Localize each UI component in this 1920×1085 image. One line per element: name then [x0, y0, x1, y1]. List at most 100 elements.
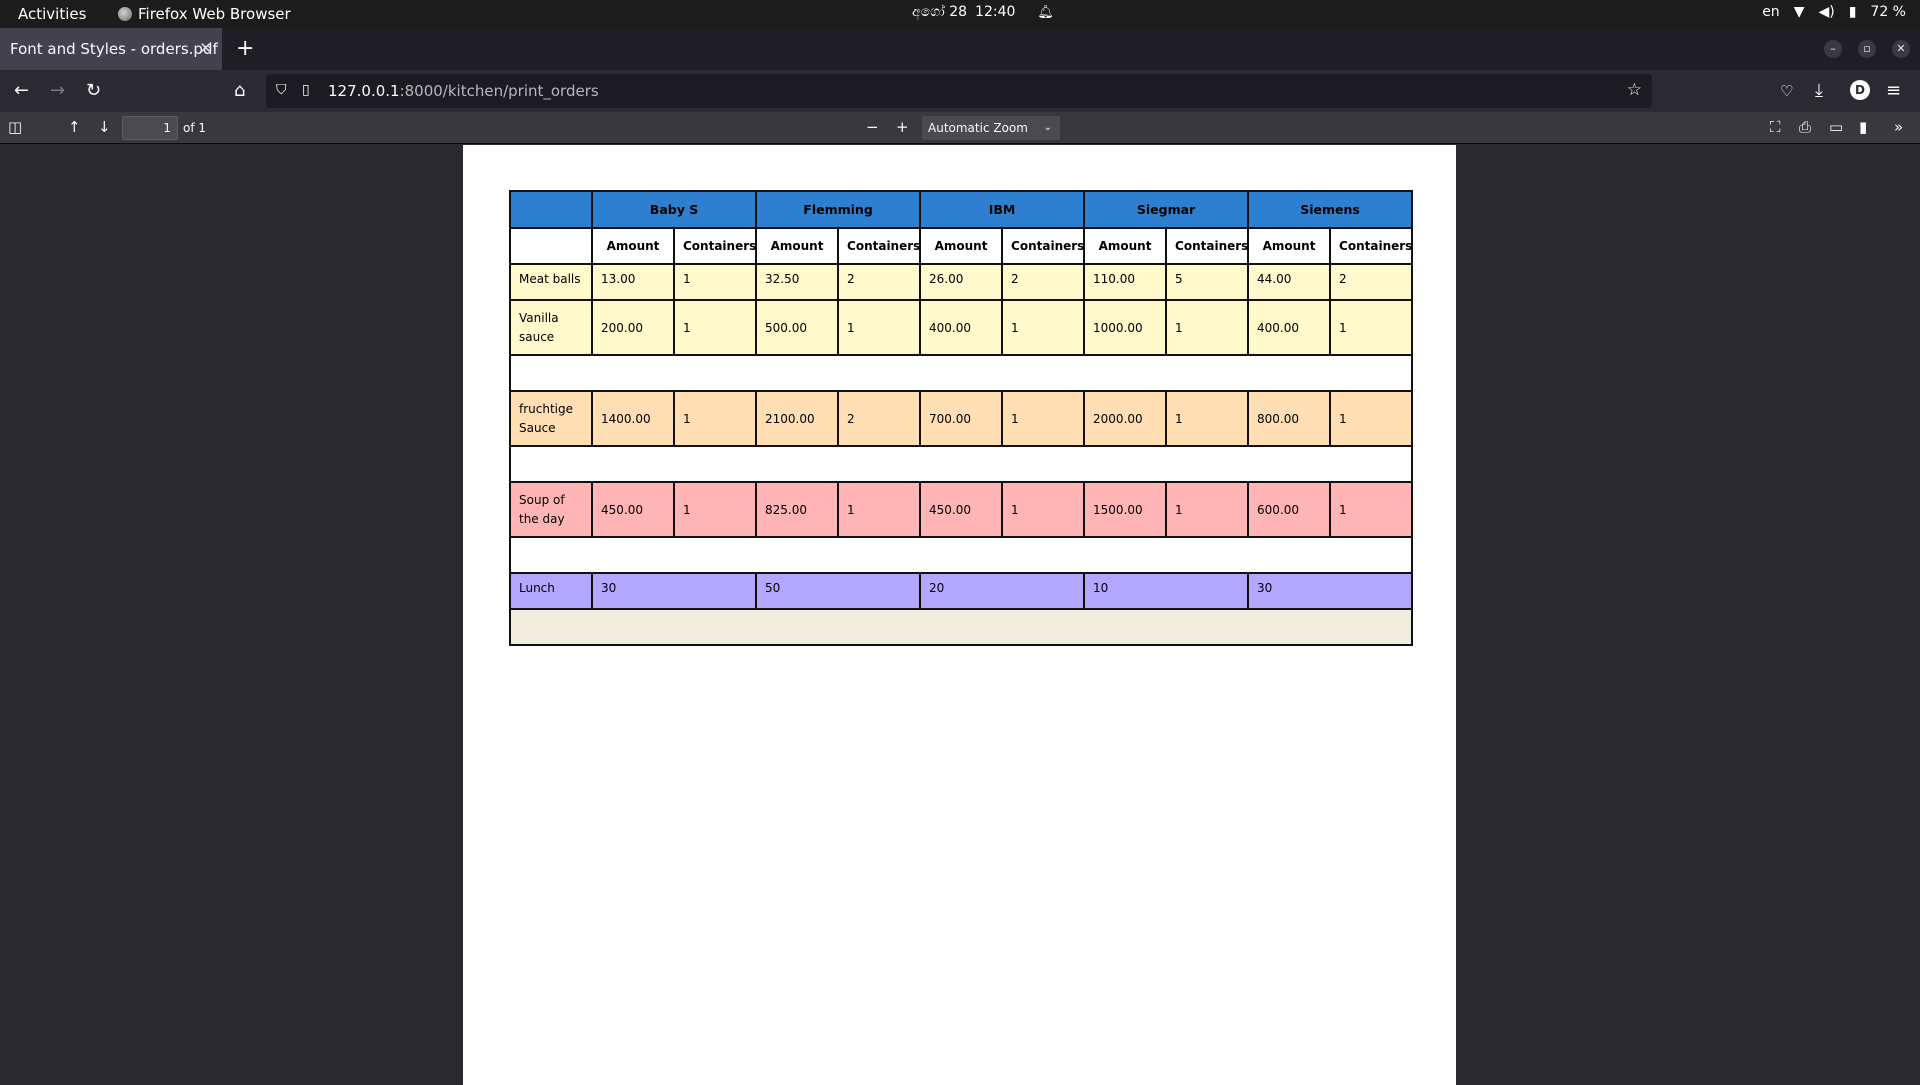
- lunch-count-cell: 10: [1083, 572, 1250, 610]
- table-row-lunch: Lunch 30 50 20 10 30: [509, 572, 1414, 610]
- lunch-count-cell: 30: [590, 572, 758, 610]
- url-bar[interactable]: ⛉ ▯ 127.0.0.1:8000/kitchen/print_orders …: [266, 74, 1652, 108]
- containers-cell: 2: [837, 263, 922, 301]
- wifi-icon: ▼: [1793, 4, 1805, 20]
- amount-cell: 700.00: [919, 390, 1004, 447]
- containers-cell: 1: [837, 299, 922, 356]
- containers-header: Containers: [1001, 227, 1086, 265]
- lunch-count-cell: 50: [755, 572, 922, 610]
- containers-cell: 1: [1165, 481, 1250, 538]
- reload-icon[interactable]: ↻: [86, 80, 101, 101]
- close-window-button[interactable]: ✕: [1892, 40, 1910, 58]
- amount-cell: 500.00: [755, 299, 840, 356]
- row-label: Vanilla sauce: [509, 299, 593, 356]
- url-path: :8000/kitchen/print_orders: [399, 82, 599, 100]
- page-icon[interactable]: ▯: [302, 82, 310, 98]
- amount-cell: 1400.00: [591, 390, 675, 447]
- tab-close-icon[interactable]: ✕: [199, 39, 212, 57]
- print-icon[interactable]: ⎙: [1799, 118, 1811, 136]
- bookmark-star-icon[interactable]: ☆: [1627, 80, 1642, 100]
- downloads-icon[interactable]: ⤓: [1815, 80, 1823, 101]
- spacer-cell: [508, 354, 1414, 392]
- page-number-input[interactable]: 1: [122, 116, 178, 140]
- home-icon[interactable]: ⌂: [234, 80, 245, 101]
- containers-cell: 2: [1001, 263, 1086, 301]
- page-count-label: of 1: [183, 121, 207, 135]
- restore-button[interactable]: ▫: [1858, 40, 1876, 58]
- containers-cell: 1: [672, 299, 758, 356]
- containers-header: Containers: [837, 227, 922, 265]
- app-menu[interactable]: Firefox Web Browser: [118, 5, 291, 23]
- amount-cell: 1500.00: [1083, 481, 1168, 538]
- containers-cell: 1: [1001, 481, 1086, 538]
- clock[interactable]: අගෝ 28 12:40 🔔︎: [912, 4, 1054, 20]
- containers-header: Containers: [1329, 227, 1414, 265]
- next-page-icon[interactable]: ↓: [98, 118, 111, 136]
- containers-cell: 1: [1329, 481, 1414, 538]
- lunch-count-cell: 30: [1247, 572, 1414, 610]
- amount-cell: 44.00: [1247, 263, 1332, 301]
- amount-cell: 110.00: [1083, 263, 1168, 301]
- zoom-select[interactable]: Automatic Zoom ⌄: [922, 116, 1060, 140]
- activities-button[interactable]: Activities: [18, 5, 86, 23]
- containers-cell: 2: [837, 390, 922, 447]
- chevron-down-icon: ⌄: [1043, 122, 1052, 133]
- amount-header: Amount: [919, 227, 1004, 265]
- containers-cell: 1: [672, 481, 758, 538]
- zoom-value: Automatic Zoom: [928, 121, 1028, 135]
- keyboard-layout-indicator[interactable]: en: [1762, 4, 1780, 20]
- amount-cell: 825.00: [755, 481, 840, 538]
- amount-header: Amount: [1247, 227, 1332, 265]
- containers-cell: 1: [1001, 390, 1086, 447]
- containers-cell: 5: [1165, 263, 1250, 301]
- amount-header: Amount: [755, 227, 840, 265]
- pocket-icon[interactable]: ♡: [1780, 82, 1793, 100]
- containers-header: Containers: [672, 227, 758, 265]
- table-row-vanilla-sauce: Vanilla sauce 200.00 1 500.00 1 400.00 1…: [509, 299, 1414, 356]
- amount-cell: 200.00: [591, 299, 675, 356]
- amount-cell: 400.00: [1247, 299, 1332, 356]
- containers-cell: 1: [1165, 390, 1250, 447]
- forward-arrow-icon[interactable]: →: [50, 80, 65, 101]
- presentation-mode-icon[interactable]: ⛶: [1770, 118, 1781, 136]
- amount-cell: 2000.00: [1083, 390, 1168, 447]
- table-row-soup-of-the-day: Soup of the day 450.00 1 825.00 1 450.00…: [509, 481, 1414, 538]
- sidebar-toggle-icon[interactable]: ◫: [8, 118, 22, 136]
- hamburger-menu-icon[interactable]: ≡: [1886, 80, 1901, 101]
- back-arrow-icon[interactable]: ←: [14, 80, 29, 101]
- containers-cell: 1: [1329, 390, 1414, 447]
- tab-orders-pdf[interactable]: Font and Styles - orders.pdf ✕: [0, 28, 222, 70]
- row-label: Lunch: [509, 572, 593, 610]
- tracking-shield-icon[interactable]: ⛉: [276, 82, 287, 98]
- tab-title: Font and Styles - orders.pdf: [10, 40, 218, 58]
- subheader-row: Amount Containers Amount Containers Amou…: [509, 227, 1414, 265]
- date-label: අගෝ 28: [912, 4, 968, 20]
- containers-cell: 1: [837, 481, 922, 538]
- containers-cell: 2: [1329, 263, 1414, 301]
- containers-cell: 1: [1329, 299, 1414, 356]
- amount-cell: 600.00: [1247, 481, 1332, 538]
- bookmark-icon[interactable]: ▮: [1859, 118, 1867, 136]
- account-avatar-icon[interactable]: D: [1850, 80, 1870, 100]
- row-label: Soup of the day: [509, 481, 593, 538]
- containers-cell: 1: [672, 263, 758, 301]
- system-status-area[interactable]: en ▼ ◀) ▮ 72 %: [1762, 4, 1906, 20]
- firefox-icon: [118, 7, 132, 21]
- zoom-out-icon[interactable]: −: [866, 118, 879, 136]
- amount-cell: 2100.00: [755, 390, 840, 447]
- table-row-meat-balls: Meat balls 13.00 1 32.50 2 26.00 2 110.0…: [509, 263, 1414, 301]
- spacer-row: [508, 354, 1414, 392]
- subheader-corner-cell: [509, 227, 593, 265]
- url-text[interactable]: 127.0.0.1:8000/kitchen/print_orders: [328, 82, 599, 100]
- spacer-cell: [508, 445, 1414, 483]
- table-row-fruchtige-sauce: fruchtige Sauce 1400.00 1 2100.00 2 700.…: [509, 390, 1414, 447]
- save-icon[interactable]: ▭: [1829, 118, 1843, 136]
- containers-cell: 1: [1165, 299, 1250, 356]
- volume-icon: ◀): [1818, 4, 1835, 20]
- minimize-button[interactable]: –: [1824, 40, 1842, 58]
- amount-header: Amount: [591, 227, 675, 265]
- tools-menu-icon[interactable]: »: [1894, 118, 1903, 136]
- previous-page-icon[interactable]: ↑: [68, 118, 81, 136]
- zoom-in-icon[interactable]: +: [896, 118, 909, 136]
- new-tab-button[interactable]: +: [236, 36, 254, 61]
